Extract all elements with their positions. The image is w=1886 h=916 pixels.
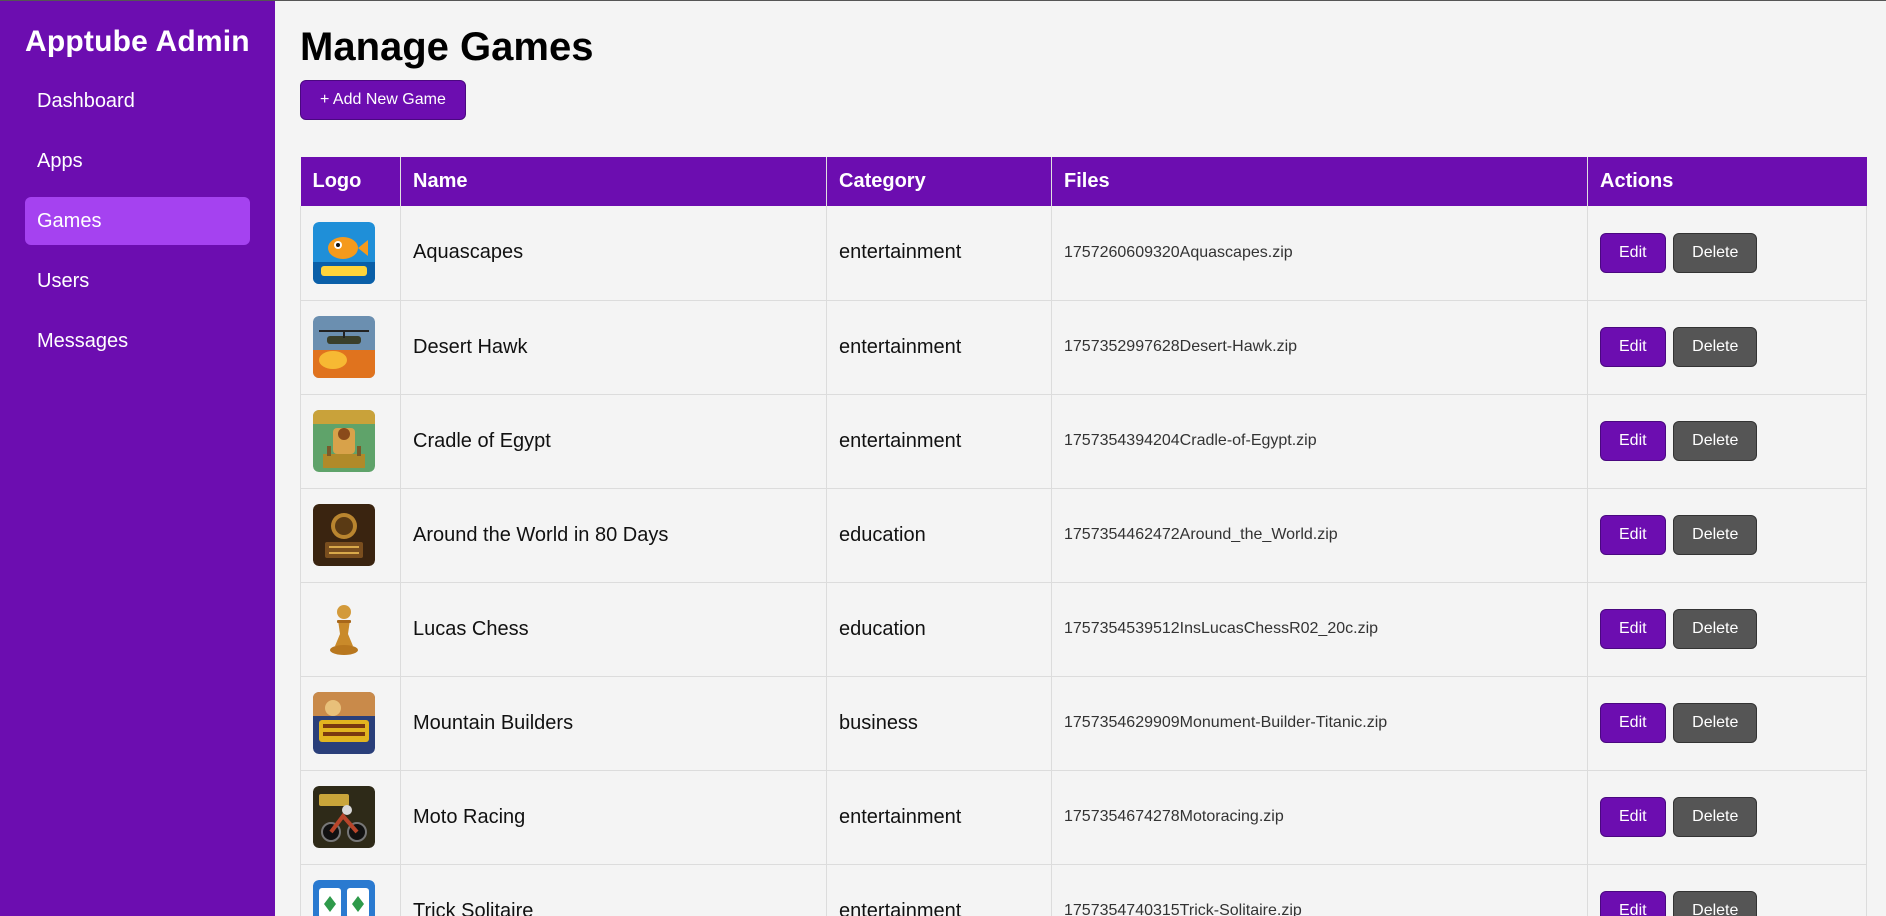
column-header-logo: Logo xyxy=(300,157,401,206)
table-row: Lucas Chess education 1757354539512InsLu… xyxy=(300,582,1867,677)
game-name: Mountain Builders xyxy=(400,676,827,771)
edit-button[interactable]: Edit xyxy=(1600,703,1666,743)
delete-button[interactable]: Delete xyxy=(1673,515,1758,555)
app-root: Apptube Admin Dashboard Apps Games Users… xyxy=(0,0,1886,916)
sidebar: Apptube Admin Dashboard Apps Games Users… xyxy=(0,1,275,916)
games-table-wrapper: Logo Name Category Files Actions Aquasca… xyxy=(300,157,1867,916)
desert-hawk-logo-image xyxy=(313,316,375,378)
table-row: Desert Hawk entertainment 1757352997628D… xyxy=(300,300,1867,395)
logo-cell xyxy=(300,676,401,771)
game-file: 1757354674278Motoracing.zip xyxy=(1051,770,1588,865)
logo-cell xyxy=(300,582,401,677)
delete-button[interactable]: Delete xyxy=(1673,232,1758,273)
monument-builders-logo-image xyxy=(313,692,375,754)
game-name: Desert Hawk xyxy=(400,300,827,395)
game-category: education xyxy=(826,582,1052,677)
actions-cell: Edit Delete xyxy=(1587,300,1867,395)
actions-cell: Edit Delete xyxy=(1587,394,1867,489)
edit-button[interactable]: Edit xyxy=(1600,609,1666,649)
table-row: Trick Solitaire entertainment 1757354740… xyxy=(300,864,1867,916)
delete-button[interactable]: Delete xyxy=(1673,703,1758,743)
game-name: Trick Solitaire xyxy=(400,864,827,916)
sidebar-item-messages[interactable]: Messages xyxy=(25,317,250,365)
delete-button[interactable]: Delete xyxy=(1673,421,1758,461)
logo-cell xyxy=(300,206,401,301)
sidebar-item-dashboard[interactable]: Dashboard xyxy=(25,77,250,125)
game-name: Moto Racing xyxy=(400,770,827,865)
game-category: entertainment xyxy=(826,770,1052,865)
column-header-actions: Actions xyxy=(1587,157,1867,206)
edit-button[interactable]: Edit xyxy=(1600,327,1666,367)
delete-button[interactable]: Delete xyxy=(1673,891,1758,916)
around-the-world-logo-image xyxy=(313,504,375,566)
game-name: Around the World in 80 Days xyxy=(400,488,827,583)
games-table: Logo Name Category Files Actions Aquasca… xyxy=(300,157,1867,916)
brand-title: Apptube Admin xyxy=(25,25,250,58)
page-title: Manage Games xyxy=(300,25,594,69)
edit-button[interactable]: Edit xyxy=(1600,891,1666,916)
logo-cell xyxy=(300,770,401,865)
main-content: Manage Games + Add New Game Logo Name Ca… xyxy=(275,1,1886,916)
table-row: Around the World in 80 Days education 17… xyxy=(300,488,1867,583)
game-category: education xyxy=(826,488,1052,583)
game-file: 1757260609320Aquascapes.zip xyxy=(1051,206,1588,301)
table-header-row: Logo Name Category Files Actions xyxy=(300,157,1867,206)
game-category: entertainment xyxy=(826,864,1052,916)
delete-button[interactable]: Delete xyxy=(1673,327,1758,367)
actions-cell: Edit Delete xyxy=(1587,488,1867,583)
actions-cell: Edit Delete xyxy=(1587,676,1867,771)
delete-button[interactable]: Delete xyxy=(1673,609,1758,649)
actions-cell: Edit Delete xyxy=(1587,582,1867,677)
game-file: 1757354394204Cradle-of-Egypt.zip xyxy=(1051,394,1588,489)
logo-cell xyxy=(300,488,401,583)
edit-button[interactable]: Edit xyxy=(1600,421,1666,461)
table-row: Moto Racing entertainment 1757354674278M… xyxy=(300,770,1867,865)
table-row: Mountain Builders business 1757354629909… xyxy=(300,676,1867,771)
aquascapes-logo-image xyxy=(313,221,375,284)
game-category: entertainment xyxy=(826,394,1052,489)
table-row: Aquascapes entertainment 1757260609320Aq… xyxy=(300,206,1867,301)
game-file: 1757354462472Around_the_World.zip xyxy=(1051,488,1588,583)
column-header-category: Category xyxy=(826,157,1052,206)
game-category: entertainment xyxy=(826,300,1052,395)
actions-cell: Edit Delete xyxy=(1587,206,1867,301)
add-new-game-button[interactable]: + Add New Game xyxy=(300,80,466,120)
moto-racing-logo-image xyxy=(313,786,375,848)
edit-button[interactable]: Edit xyxy=(1600,515,1666,555)
game-file: 1757354629909Monument-Builder-Titanic.zi… xyxy=(1051,676,1588,771)
game-name: Lucas Chess xyxy=(400,582,827,677)
logo-cell xyxy=(300,864,401,916)
sidebar-item-apps[interactable]: Apps xyxy=(25,137,250,185)
game-name: Aquascapes xyxy=(400,206,827,301)
game-name: Cradle of Egypt xyxy=(400,394,827,489)
game-category: entertainment xyxy=(826,206,1052,301)
column-header-files: Files xyxy=(1051,157,1588,206)
sidebar-item-games[interactable]: Games xyxy=(25,197,250,245)
table-row: Cradle of Egypt entertainment 1757354394… xyxy=(300,394,1867,489)
game-category: business xyxy=(826,676,1052,771)
game-file: 1757354740315Trick-Solitaire.zip xyxy=(1051,864,1588,916)
logo-cell xyxy=(300,300,401,395)
column-header-name: Name xyxy=(400,157,827,206)
sidebar-item-users[interactable]: Users xyxy=(25,257,250,305)
delete-button[interactable]: Delete xyxy=(1673,797,1758,837)
logo-cell xyxy=(300,394,401,489)
game-file: 1757352997628Desert-Hawk.zip xyxy=(1051,300,1588,395)
actions-cell: Edit Delete xyxy=(1587,770,1867,865)
trick-solitaire-logo-image xyxy=(313,880,375,916)
edit-button[interactable]: Edit xyxy=(1600,797,1666,837)
edit-button[interactable]: Edit xyxy=(1600,232,1666,273)
cradle-of-egypt-logo-image xyxy=(313,410,375,472)
actions-cell: Edit Delete xyxy=(1587,864,1867,916)
chess-pawn-logo-image xyxy=(313,598,375,660)
game-file: 1757354539512InsLucasChessR02_20c.zip xyxy=(1051,582,1588,677)
